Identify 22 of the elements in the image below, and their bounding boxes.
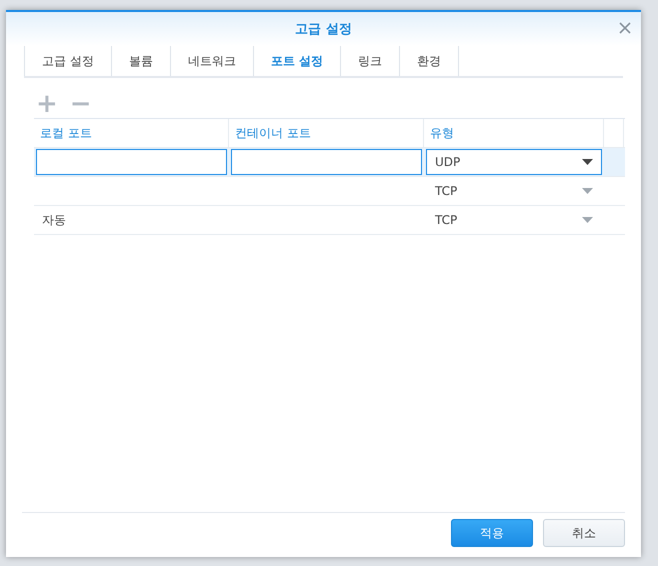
caret-icon [582,217,593,223]
input-field[interactable] [231,149,422,175]
column-header[interactable]: 로컬 포트 [34,119,229,147]
tab[interactable]: 링크 [340,46,400,76]
caret-icon [582,159,593,165]
table-cell-text: 자동 [41,212,67,228]
tab[interactable]: 볼륨 [110,46,170,76]
column-header[interactable]: 유형 [424,119,604,147]
type-dropdown[interactable]: TCP [426,207,602,233]
caret-icon [582,188,593,194]
tab[interactable]: 네트워크 [170,46,253,76]
input-field[interactable] [36,149,227,175]
type-dropdown[interactable]: UDP [426,149,602,175]
tab[interactable]: 포트 설정 [252,46,340,76]
window-title: 고급 설정 [295,21,352,38]
cancel-button[interactable]: 취소 [543,519,625,547]
table-row[interactable]: UDP [34,148,625,177]
tab[interactable]: 고급 설정 [24,46,111,76]
tab[interactable]: 환경 [399,46,460,76]
type-dropdown[interactable]: TCP [426,178,602,204]
close-button[interactable] [617,20,633,36]
column-header[interactable]: 컨테이너 포트 [229,119,424,147]
